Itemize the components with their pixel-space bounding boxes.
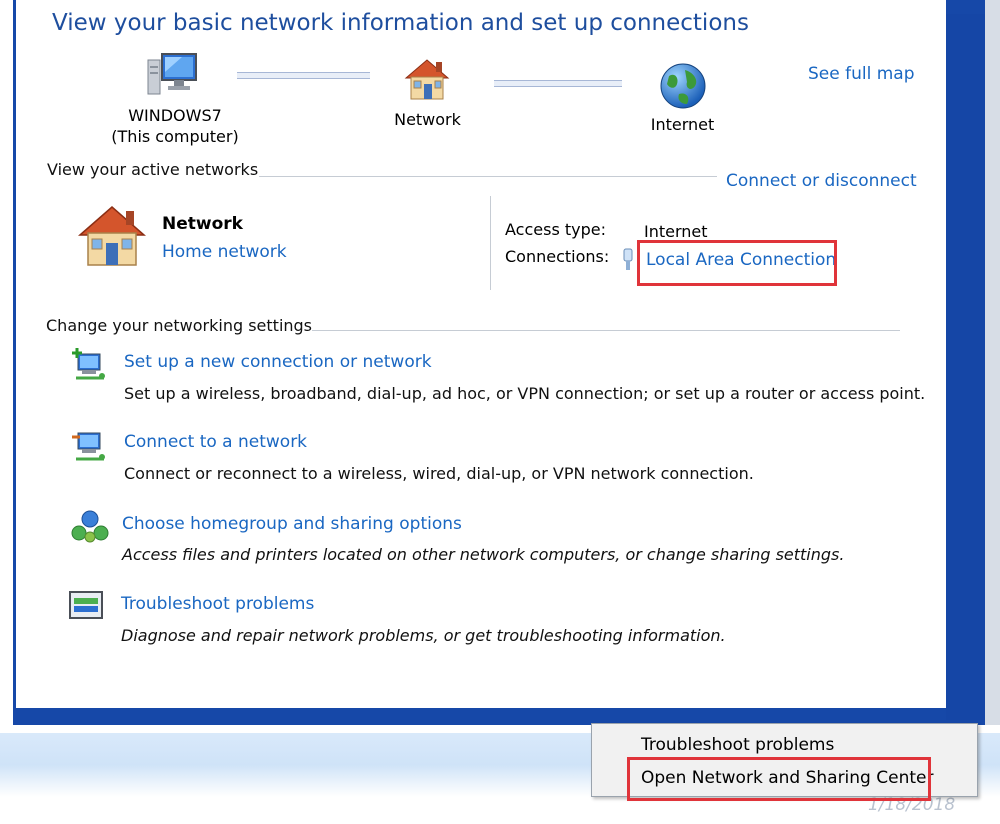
- new-connection-icon: [70, 346, 110, 390]
- active-networks-heading: View your active networks: [47, 160, 259, 179]
- network-node-label: Network: [394, 110, 461, 129]
- troubleshoot-icon: [68, 590, 106, 628]
- computer-icon: [146, 52, 200, 102]
- page-title: View your basic network information and …: [52, 10, 749, 36]
- home-network-link[interactable]: Home network: [162, 242, 287, 262]
- window-right-border: [946, 14, 986, 720]
- computer-subtitle: (This computer): [111, 127, 239, 146]
- task-desc-new-connection: Set up a wireless, broadband, dial-up, a…: [124, 384, 926, 403]
- active-networks-vertical-divider: [490, 196, 491, 290]
- active-networks-divider: [259, 176, 717, 177]
- access-type-value: Internet: [644, 222, 708, 241]
- settings-divider: [312, 330, 900, 331]
- active-network-name: Network: [162, 214, 243, 234]
- task-link-connect-network[interactable]: Connect to a network: [124, 432, 307, 452]
- connect-or-disconnect-link[interactable]: Connect or disconnect: [726, 171, 917, 191]
- see-full-map-link[interactable]: See full map: [808, 64, 915, 84]
- map-connector-1: [237, 72, 370, 79]
- internet-node-label: Internet: [650, 115, 715, 134]
- window-left-edge: [0, 0, 13, 725]
- internet-globe-icon: [659, 62, 707, 114]
- task-link-troubleshoot[interactable]: Troubleshoot problems: [121, 594, 314, 614]
- access-type-label: Access type:: [505, 220, 606, 239]
- task-link-homegroup[interactable]: Choose homegroup and sharing options: [122, 514, 462, 534]
- task-link-new-connection[interactable]: Set up a new connection or network: [124, 352, 432, 372]
- task-desc-connect-network: Connect or reconnect to a wireless, wire…: [124, 464, 754, 483]
- computer-name: WINDOWS7: [128, 106, 222, 125]
- highlight-box-menu: [627, 757, 931, 801]
- task-desc-troubleshoot: Diagnose and repair network problems, or…: [121, 626, 726, 645]
- menu-item-troubleshoot[interactable]: Troubleshoot problems: [641, 735, 834, 755]
- home-network-icon: [76, 203, 148, 273]
- task-desc-homegroup: Access files and printers located on oth…: [122, 545, 845, 564]
- network-house-icon: [402, 56, 452, 106]
- connections-label: Connections:: [505, 247, 610, 266]
- connect-network-icon: [70, 427, 110, 471]
- settings-heading: Change your networking settings: [46, 316, 313, 335]
- ethernet-plug-icon: [622, 247, 634, 275]
- window-outside-area: [985, 0, 1000, 725]
- homegroup-icon: [70, 509, 110, 549]
- map-connector-2: [494, 80, 622, 87]
- highlight-box-connection: [637, 240, 837, 286]
